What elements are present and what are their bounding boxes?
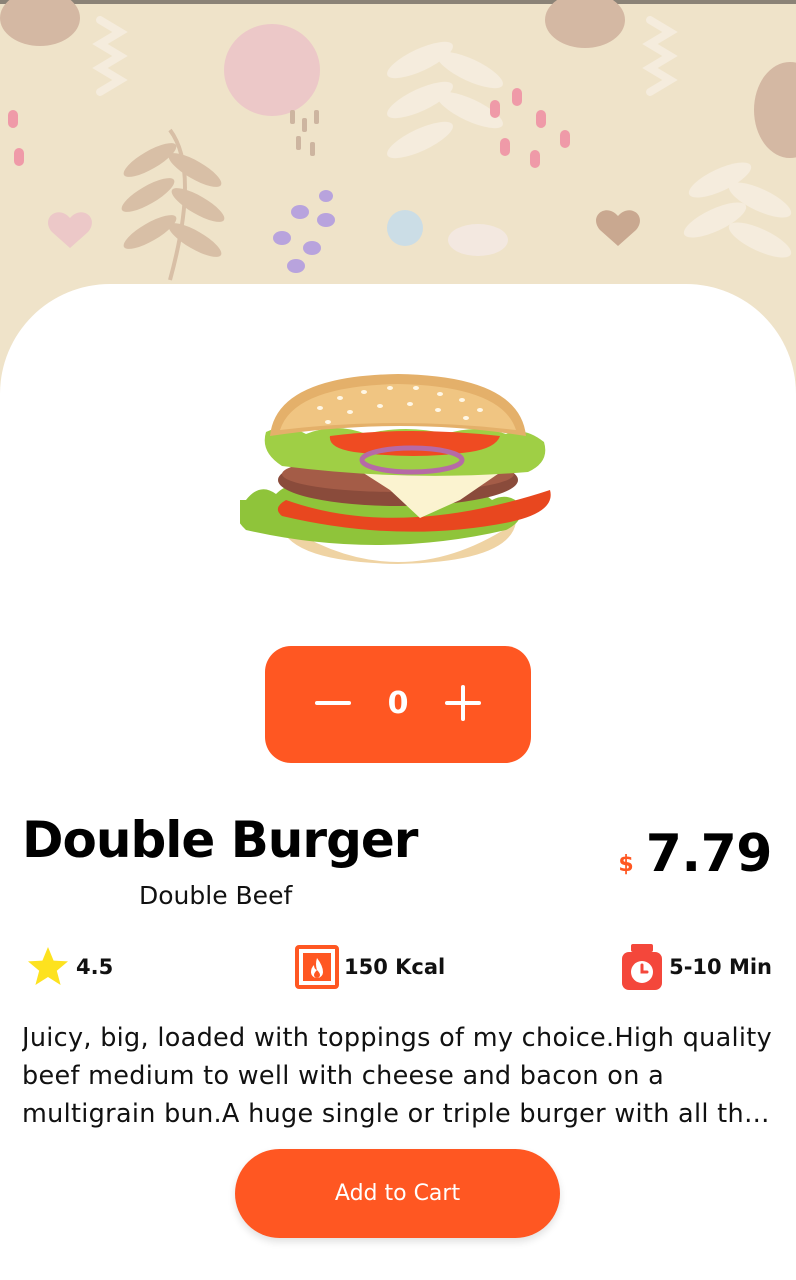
- star-icon: [28, 947, 68, 985]
- time-info: 5-10 Min: [621, 942, 772, 992]
- calories-value: 150 Kcal: [344, 955, 446, 979]
- rating-value: 4.5: [76, 955, 114, 979]
- minus-icon: [315, 701, 351, 705]
- burger-image: [240, 374, 551, 564]
- currency-symbol: $: [618, 852, 634, 877]
- product-detail-screen: 0 Double Burger Double Beef $ 7.79 4.5 1…: [0, 0, 796, 1280]
- timer-icon: [622, 944, 663, 990]
- increase-quantity-button[interactable]: [439, 679, 487, 727]
- time-value: 5-10 Min: [669, 955, 772, 979]
- decrease-quantity-button[interactable]: [309, 679, 357, 727]
- plus-icon: [445, 685, 481, 721]
- add-to-cart-button[interactable]: Add to Cart: [235, 1149, 560, 1238]
- price-value: 7.79: [645, 824, 773, 884]
- quantity-stepper: 0: [265, 646, 531, 763]
- rating-info: 4.5: [26, 942, 113, 992]
- product-title: Double Burger: [22, 811, 418, 869]
- product-description: Juicy, big, loaded with toppings of my c…: [22, 1023, 772, 1129]
- calories-info: 150 Kcal: [294, 942, 445, 992]
- fire-icon: [295, 945, 339, 989]
- product-subtitle: Double Beef: [139, 881, 293, 910]
- price-block: $ 7.79: [618, 824, 772, 884]
- quantity-value: 0: [387, 686, 409, 721]
